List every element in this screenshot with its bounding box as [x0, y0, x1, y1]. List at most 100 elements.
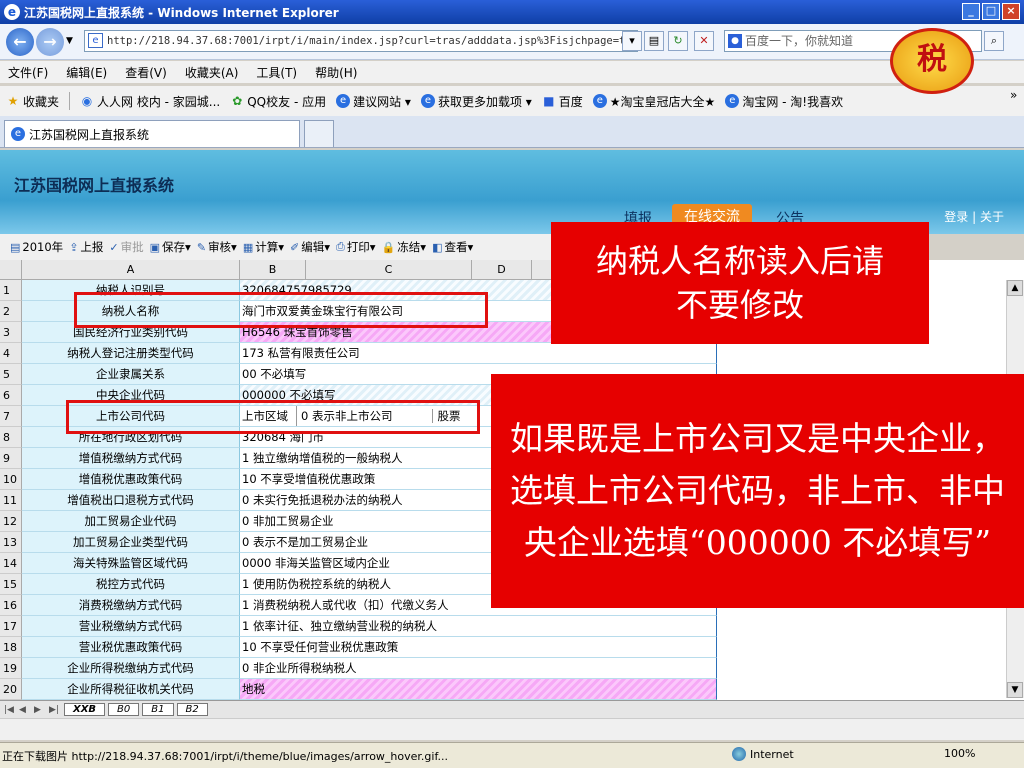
back-icon[interactable]: ←	[6, 28, 34, 56]
edit-button[interactable]: ✐ 编辑▾	[290, 239, 330, 255]
freeze-button[interactable]: 🔒 冻结▾	[382, 239, 426, 255]
field-value[interactable]: 10 不享受任何营业税优惠政策	[240, 637, 717, 658]
fav-item-qq[interactable]: ✿ QQ校友 - 应用	[230, 93, 326, 110]
field-label: 增值税缴纳方式代码	[22, 448, 240, 469]
value-text: 00 不必填写	[242, 367, 307, 381]
sheet-tab-xxb[interactable]: XXB	[64, 703, 106, 716]
compat-view-icon[interactable]: ▤	[644, 31, 664, 51]
column-header-b[interactable]: B	[240, 260, 306, 280]
search-button-icon[interactable]: ⌕	[984, 31, 1004, 51]
approve-button[interactable]: ✓ 审批	[109, 239, 143, 255]
sheet-tab-bar: |◀ ◀ ▶ ▶| XXB B0 B1 B2	[0, 700, 1024, 718]
globe-icon	[732, 747, 746, 761]
maximize-button[interactable]: □	[982, 3, 1000, 20]
value-text: 1 使用防伪税控系统的纳税人	[242, 577, 391, 591]
year-selector[interactable]: ▤ 2010年	[10, 239, 63, 255]
field-label: 营业税优惠政策代码	[22, 637, 240, 658]
fav-item-suggested[interactable]: e 建议网站 ▾	[336, 93, 411, 110]
fav-item-baidu[interactable]: ■ 百度	[542, 93, 583, 110]
field-label: 增值税优惠政策代码	[22, 469, 240, 490]
menu-edit[interactable]: 编辑(E)	[66, 64, 107, 81]
sheet-tab-b2[interactable]: B2	[176, 703, 208, 716]
highlight-taxpayer-name	[74, 292, 488, 328]
field-value[interactable]: 173 私营有限责任公司	[240, 343, 717, 364]
row-number[interactable]: 13	[0, 532, 22, 553]
favorites-button[interactable]: ★ 收藏夹	[6, 93, 59, 110]
about-link[interactable]: 关于	[980, 210, 1004, 224]
history-dropdown-icon[interactable]: ▼	[66, 36, 73, 46]
row-number[interactable]: 2	[0, 301, 22, 322]
stop-icon[interactable]: ✕	[694, 31, 714, 51]
fav-item-addons[interactable]: e 获取更多加载项 ▾	[420, 93, 532, 110]
browser-tab-bar: e 江苏国税网上直报系统	[0, 116, 1024, 148]
table-row: 17 营业税缴纳方式代码 1 依率计征、独立缴纳营业税的纳税人	[0, 616, 717, 637]
zoom-level[interactable]: 100%	[944, 747, 975, 760]
favorites-bar: ★ 收藏夹 ◉ 人人网 校内 - 家园城... ✿ QQ校友 - 应用 e 建议网站 ▾…	[0, 86, 1024, 116]
close-window-button[interactable]: ×	[1002, 3, 1020, 20]
minimize-button[interactable]: _	[962, 3, 980, 20]
first-sheet-icon[interactable]: |◀	[4, 705, 16, 715]
security-zone[interactable]: Internet	[732, 747, 794, 761]
column-header-a[interactable]: A	[22, 260, 240, 280]
ie-page-icon: e	[592, 94, 607, 108]
row-number[interactable]: 8	[0, 427, 22, 448]
favorites-overflow-icon[interactable]: »	[1010, 88, 1017, 102]
row-number[interactable]: 3	[0, 322, 22, 343]
field-label: 企业所得税缴纳方式代码	[22, 658, 240, 679]
browser-tab-active[interactable]: e 江苏国税网上直报系统	[4, 120, 300, 147]
status-text: 正在下载图片 http://218.94.37.68:7001/irpt/i/t…	[2, 749, 449, 763]
field-value[interactable]: 地税	[240, 679, 717, 700]
value-text: 1 消费税纳税人或代收（扣）代缴义务人	[242, 598, 449, 612]
column-header-d[interactable]: D	[472, 260, 532, 280]
column-header-c[interactable]: C	[306, 260, 472, 280]
refresh-icon[interactable]: ↻	[668, 31, 688, 51]
field-value[interactable]: 1 依率计征、独立缴纳营业税的纳税人	[240, 616, 717, 637]
sheet-tab-b1[interactable]: B1	[142, 703, 174, 716]
row-number[interactable]: 12	[0, 511, 22, 532]
field-value[interactable]: 0 非企业所得税纳税人	[240, 658, 717, 679]
fav-item-renren[interactable]: ◉ 人人网 校内 - 家园城...	[80, 93, 220, 110]
menu-file[interactable]: 文件(F)	[8, 64, 48, 81]
row-number[interactable]: 15	[0, 574, 22, 595]
value-text: 0 非企业所得税纳税人	[242, 661, 357, 675]
audit-button[interactable]: ✎ 审核▾	[197, 239, 237, 255]
fav-label: 获取更多加载项 ▾	[437, 94, 532, 109]
last-sheet-icon[interactable]: ▶|	[49, 705, 61, 715]
address-dropdown-icon[interactable]: ▾	[622, 31, 642, 51]
row-number[interactable]: 18	[0, 637, 22, 658]
login-link[interactable]: 登录	[944, 210, 968, 224]
row-number[interactable]: 10	[0, 469, 22, 490]
calculate-button[interactable]: ▦ 计算▾	[243, 239, 284, 255]
menu-favorites[interactable]: 收藏夹(A)	[185, 64, 239, 81]
row-number[interactable]: 11	[0, 490, 22, 511]
fav-item-taobao-shops[interactable]: e ★淘宝皇冠店大全★	[592, 93, 715, 110]
row-number[interactable]: 19	[0, 658, 22, 679]
menu-tools[interactable]: 工具(T)	[256, 64, 297, 81]
scroll-down-icon[interactable]: ▼	[1007, 682, 1023, 698]
address-input[interactable]: e http://218.94.37.68:7001/irpt/i/main/i…	[84, 30, 638, 52]
scroll-up-icon[interactable]: ▲	[1007, 280, 1023, 296]
row-number[interactable]: 6	[0, 385, 22, 406]
view-button[interactable]: ◧ 查看▾	[432, 239, 473, 255]
fav-item-taobao[interactable]: e 淘宝网 - 淘!我喜欢	[725, 93, 843, 110]
row-number[interactable]: 1	[0, 280, 22, 301]
menu-help[interactable]: 帮助(H)	[315, 64, 357, 81]
print-button[interactable]: ⎙ 打印▾	[336, 239, 376, 255]
row-number[interactable]: 4	[0, 343, 22, 364]
row-number[interactable]: 5	[0, 364, 22, 385]
row-number[interactable]: 9	[0, 448, 22, 469]
save-button[interactable]: ▣ 保存▾	[150, 239, 191, 255]
menu-view[interactable]: 查看(V)	[125, 64, 167, 81]
prev-sheet-icon[interactable]: ◀	[19, 705, 31, 715]
new-tab-button[interactable]	[304, 120, 334, 147]
next-sheet-icon[interactable]: ▶	[34, 705, 46, 715]
qq-leaf-icon: ✿	[232, 94, 243, 108]
row-number[interactable]: 16	[0, 595, 22, 616]
row-number[interactable]: 17	[0, 616, 22, 637]
submit-button[interactable]: ⇪ 上报	[69, 239, 103, 255]
forward-icon[interactable]: →	[36, 28, 64, 56]
row-number[interactable]: 20	[0, 679, 22, 700]
row-number[interactable]: 7	[0, 406, 22, 427]
sheet-tab-b0[interactable]: B0	[108, 703, 140, 716]
row-number[interactable]: 14	[0, 553, 22, 574]
